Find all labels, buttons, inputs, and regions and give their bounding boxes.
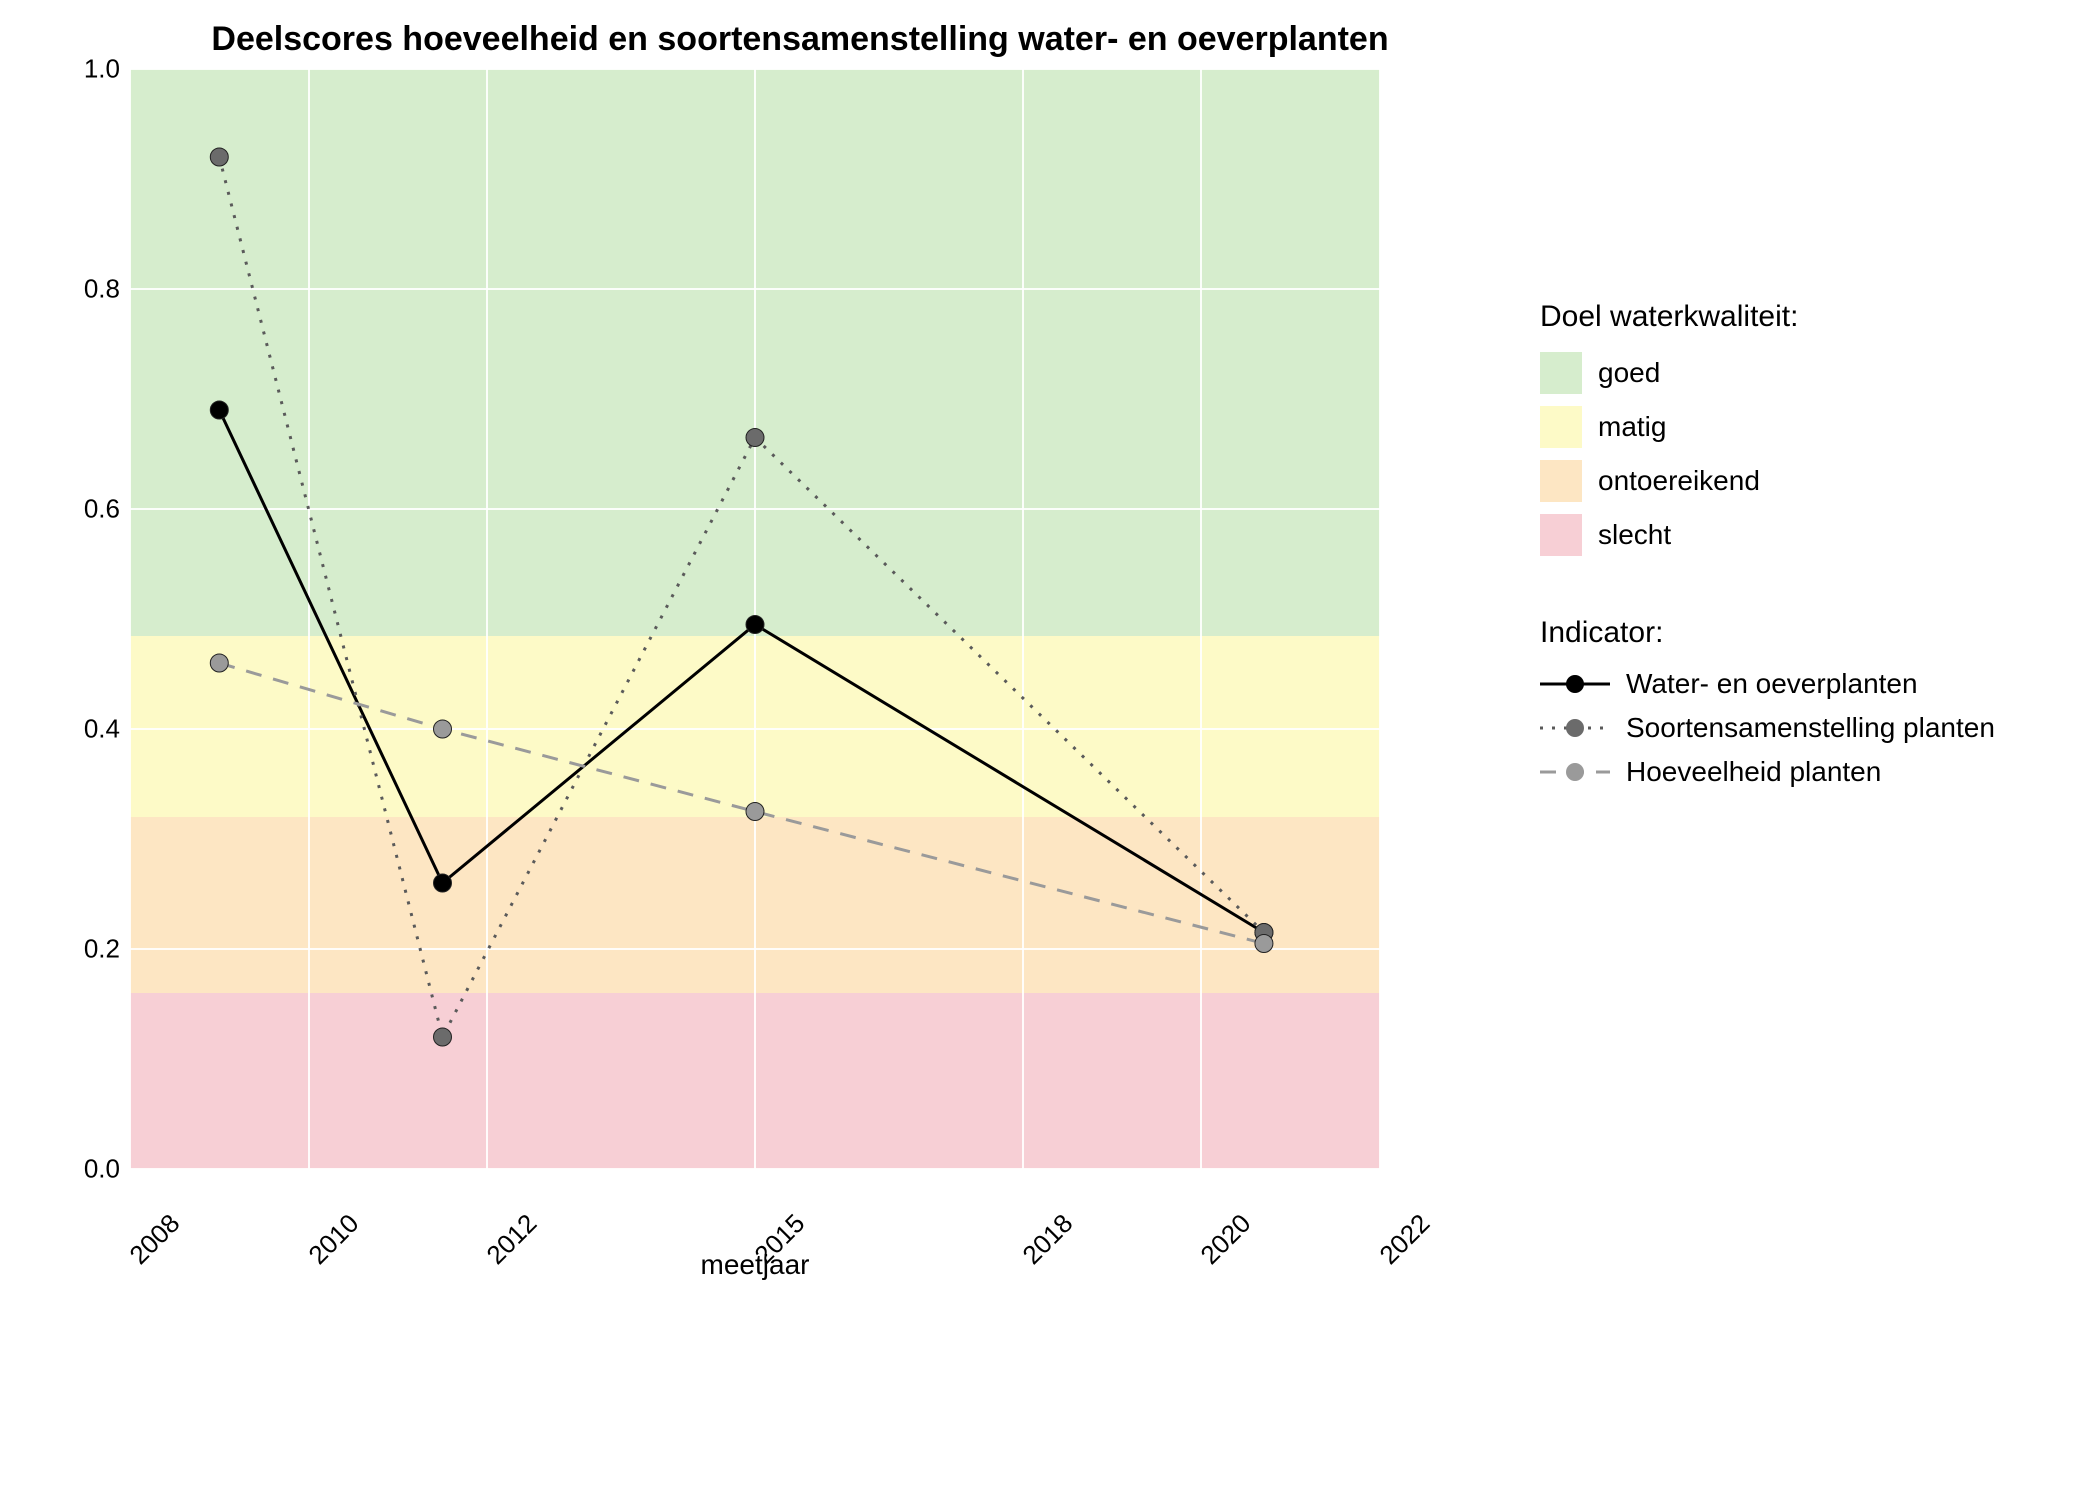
y-tick-label: 0.2: [84, 934, 130, 965]
x-tick-label: 2022: [1373, 1208, 1436, 1271]
y-tick-label: 0.6: [84, 494, 130, 525]
data-point: [210, 654, 228, 672]
data-point: [1255, 935, 1273, 953]
legend: Doel waterkwaliteit: goed matig ontoereike…: [1540, 20, 1995, 848]
legend-band-item: slecht: [1540, 514, 1995, 556]
legend-band-label: goed: [1598, 357, 1660, 389]
page-title: Deelscores hoeveelheid en soortensamenst…: [100, 20, 1500, 59]
data-point: [210, 401, 228, 419]
legend-series-item: Water- en oeverplanten: [1540, 668, 1995, 700]
data-point: [434, 1028, 452, 1046]
line-swatch-icon: [1540, 672, 1610, 696]
legend-series-label: Hoeveelheid planten: [1626, 756, 1881, 788]
y-tick-label: 0.0: [84, 1154, 130, 1185]
swatch-icon: [1540, 460, 1582, 502]
y-tick-label: 0.4: [84, 714, 130, 745]
plot-area: 0.00.20.40.60.81.02008201020122015201820…: [130, 69, 1380, 1169]
series-layer: [130, 69, 1380, 1169]
swatch-icon: [1540, 514, 1582, 556]
series-line: [219, 157, 1264, 1037]
legend-series-label: Water- en oeverplanten: [1626, 668, 1918, 700]
series-line: [219, 410, 1264, 933]
legend-series-item: Soortensamenstelling planten: [1540, 712, 1995, 744]
swatch-icon: [1540, 406, 1582, 448]
legend-band-item: goed: [1540, 352, 1995, 394]
data-point: [210, 148, 228, 166]
legend-band-label: ontoereikend: [1598, 465, 1760, 497]
data-point: [434, 874, 452, 892]
data-point: [746, 803, 764, 821]
swatch-icon: [1540, 352, 1582, 394]
data-point: [746, 616, 764, 634]
series-line: [219, 663, 1264, 944]
legend-series-title: Indicator:: [1540, 616, 1995, 650]
legend-band-label: matig: [1598, 411, 1666, 443]
legend-bands: Doel waterkwaliteit: goed matig ontoereike…: [1540, 300, 1995, 556]
data-point: [746, 429, 764, 447]
legend-band-label: slecht: [1598, 519, 1671, 551]
legend-bands-title: Doel waterkwaliteit:: [1540, 300, 1995, 334]
legend-series-label: Soortensamenstelling planten: [1626, 712, 1995, 744]
y-tick-label: 0.8: [84, 274, 130, 305]
line-swatch-icon: [1540, 760, 1610, 784]
data-point: [434, 720, 452, 738]
line-swatch-icon: [1540, 716, 1610, 740]
legend-band-item: matig: [1540, 406, 1995, 448]
legend-series: Indicator: Water- en oeverplanten Soorten…: [1540, 616, 1995, 788]
y-tick-label: 1.0: [84, 54, 130, 85]
legend-series-item: Hoeveelheid planten: [1540, 756, 1995, 788]
legend-band-item: ontoereikend: [1540, 460, 1995, 502]
